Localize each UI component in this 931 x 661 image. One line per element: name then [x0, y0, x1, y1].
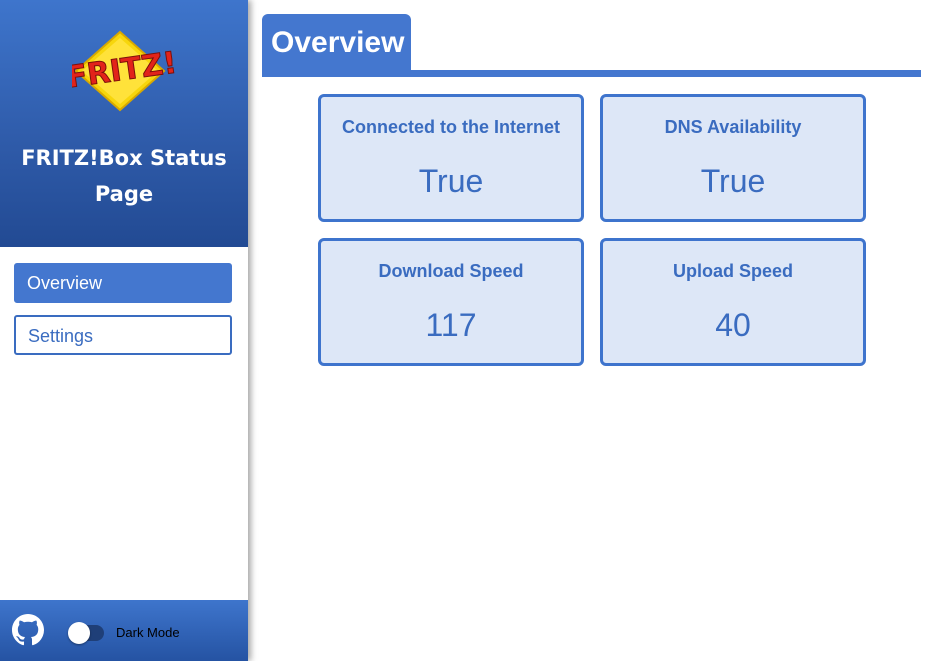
main-content: Overview Connected to the Internet True …	[248, 0, 931, 661]
page-title: Overview	[271, 26, 405, 59]
card-label: Download Speed	[378, 261, 524, 281]
sidebar-nav: Overview Settings	[14, 263, 232, 367]
fritz-logo: FRITZ!	[72, 30, 176, 112]
card-label: DNS Availability	[664, 117, 802, 137]
sidebar-header: FRITZ! FRITZ!Box Status Page	[0, 0, 248, 247]
dark-mode-label: Dark Mode	[116, 625, 180, 640]
card-value: 40	[715, 307, 751, 343]
toggle-knob	[68, 622, 90, 644]
card-internet: Connected to the Internet True	[318, 94, 584, 222]
nav-item-overview[interactable]: Overview	[14, 263, 232, 303]
title-underline	[262, 70, 921, 77]
card-value: True	[700, 163, 766, 199]
page-title-tab: Overview	[262, 14, 411, 76]
card-dns: DNS Availability True	[600, 94, 866, 222]
dark-mode-toggle[interactable]	[68, 622, 104, 644]
github-icon[interactable]	[12, 614, 44, 646]
card-value: 117	[425, 307, 477, 343]
sidebar: FRITZ! FRITZ!Box Status Page Overview Se…	[0, 0, 248, 661]
card-upload: Upload Speed 40	[600, 238, 866, 366]
card-value: True	[418, 163, 484, 199]
card-label: Connected to the Internet	[341, 117, 560, 137]
sidebar-title: FRITZ!Box Status Page	[21, 146, 227, 206]
card-label: Upload Speed	[672, 261, 793, 281]
nav-item-settings[interactable]: Settings	[14, 315, 232, 355]
sidebar-footer: Dark Mode	[0, 600, 248, 661]
card-download: Download Speed 117	[318, 238, 584, 366]
